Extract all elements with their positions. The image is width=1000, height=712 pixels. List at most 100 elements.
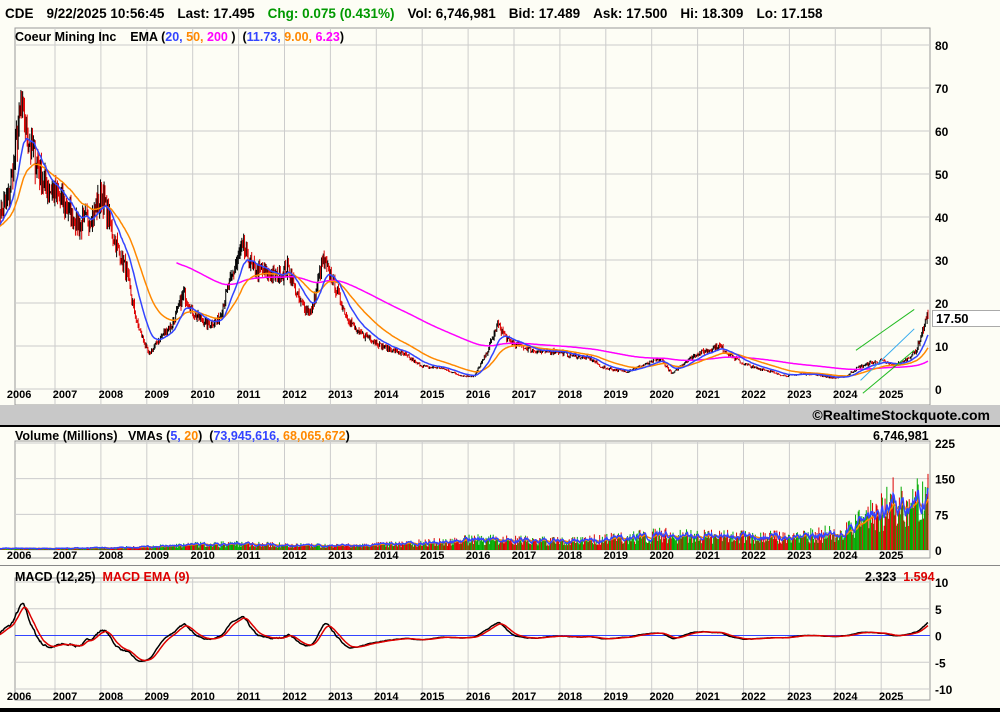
x-tick-label: 2021 bbox=[695, 550, 719, 562]
x-tick-label: 2023 bbox=[787, 550, 811, 562]
x-tick-label: 2015 bbox=[420, 691, 444, 703]
x-tick-label: 2017 bbox=[512, 550, 536, 562]
x-tick-label: 2024 bbox=[833, 389, 858, 401]
y-tick-label: 150 bbox=[935, 473, 955, 487]
x-tick-label: 2011 bbox=[237, 691, 261, 703]
x-tick-label: 2018 bbox=[558, 691, 582, 703]
vma5-value: 73,945,616, bbox=[213, 429, 280, 443]
macd-signal-value: 1.594 bbox=[903, 570, 935, 584]
company-name: Coeur Mining Inc bbox=[15, 30, 117, 44]
x-tick-label: 2012 bbox=[282, 691, 306, 703]
x-tick-label: 2025 bbox=[879, 550, 903, 562]
x-tick-label: 2010 bbox=[190, 691, 214, 703]
paren: ) bbox=[339, 30, 345, 44]
y-tick-label: 0 bbox=[935, 383, 942, 397]
x-tick-label: 2013 bbox=[328, 691, 352, 703]
ema200-value: 6.23 bbox=[315, 30, 340, 44]
y-tick-label: 10 bbox=[935, 576, 949, 590]
x-tick-label: 2007 bbox=[53, 550, 77, 562]
ema20-value: 11.73, bbox=[246, 30, 281, 44]
x-tick-label: 2024 bbox=[833, 550, 858, 562]
paren: ) bbox=[198, 429, 203, 443]
x-tick-label: 2017 bbox=[512, 389, 536, 401]
x-tick-label: 2010 bbox=[190, 389, 214, 401]
watermark-bar: ©RealtimeStockquote.com bbox=[0, 405, 1000, 425]
x-tick-label: 2020 bbox=[649, 691, 673, 703]
x-tick-label: 2018 bbox=[558, 550, 582, 562]
x-tick-label: 2011 bbox=[237, 550, 261, 562]
x-tick-label: 2019 bbox=[604, 691, 628, 703]
x-tick-label: 2009 bbox=[145, 550, 169, 562]
macd-values: 2.323 1.594 bbox=[865, 570, 935, 584]
volume-label: Volume (Millions) bbox=[15, 429, 118, 443]
plot-area bbox=[14, 577, 931, 701]
x-tick-label: 2006 bbox=[7, 691, 31, 703]
x-tick-label: 2021 bbox=[695, 691, 719, 703]
divider bbox=[0, 708, 1000, 712]
y-tick-label: 30 bbox=[935, 254, 949, 268]
x-tick-label: 2022 bbox=[741, 389, 765, 401]
x-tick-label: 2012 bbox=[282, 389, 306, 401]
vma-label: VMAs ( bbox=[127, 429, 171, 443]
x-tick-label: 2009 bbox=[145, 389, 169, 401]
x-tick-label: 2010 bbox=[190, 550, 214, 562]
y-tick-label: 75 bbox=[935, 508, 949, 522]
y-tick-label: 5 bbox=[935, 603, 942, 617]
x-tick-label: 2016 bbox=[466, 550, 490, 562]
x-tick-label: 2022 bbox=[741, 550, 765, 562]
chart-window: CDE 9/22/2025 10:56:45 Last: 17.495 Chg: 0.… bbox=[0, 0, 1000, 712]
x-tick-label: 2006 bbox=[7, 550, 31, 562]
y-tick-label: -5 bbox=[935, 656, 946, 670]
y-tick-label: 225 bbox=[935, 437, 955, 451]
vma20-period: 20 bbox=[184, 429, 199, 443]
volume-legend: Volume (Millions) VMAs (5, 20) (73,945,6… bbox=[15, 429, 350, 443]
ema50-period: 50, bbox=[186, 30, 204, 44]
y-tick-label: 10 bbox=[935, 340, 949, 354]
x-tick-label: 2016 bbox=[466, 691, 490, 703]
x-tick-label: 2021 bbox=[695, 389, 719, 401]
x-tick-label: 2018 bbox=[558, 389, 582, 401]
x-tick-label: 2014 bbox=[374, 691, 399, 703]
x-tick-label: 2007 bbox=[53, 389, 77, 401]
y-tick-label: 0 bbox=[935, 630, 942, 644]
x-tick-label: 2022 bbox=[741, 691, 765, 703]
x-tick-label: 2008 bbox=[99, 550, 123, 562]
x-tick-label: 2020 bbox=[649, 389, 673, 401]
y-tick-label: 70 bbox=[935, 82, 949, 96]
x-tick-label: 2013 bbox=[328, 389, 352, 401]
chart-canvas[interactable]: 807060504030201002251507501050-5-1020062… bbox=[0, 0, 1000, 712]
y-tick-label: 40 bbox=[935, 211, 949, 225]
x-tick-label: 2014 bbox=[374, 550, 399, 562]
ema-label: EMA ( bbox=[130, 30, 166, 44]
x-tick-label: 2017 bbox=[512, 691, 536, 703]
x-tick-label: 2008 bbox=[99, 691, 123, 703]
y-tick-label: 0 bbox=[935, 544, 942, 558]
last-price-marker: 17.50 bbox=[932, 310, 1000, 327]
macd-legend: MACD (12,25) MACD EMA (9) bbox=[15, 570, 190, 584]
x-tick-label: 2025 bbox=[879, 389, 903, 401]
x-tick-label: 2006 bbox=[7, 389, 31, 401]
x-tick-label: 2016 bbox=[466, 389, 490, 401]
divider bbox=[0, 565, 1000, 566]
macd-label: MACD (12,25) bbox=[15, 570, 96, 584]
x-tick-label: 2007 bbox=[53, 691, 77, 703]
x-tick-label: 2019 bbox=[604, 550, 628, 562]
x-tick-label: 2009 bbox=[145, 691, 169, 703]
x-tick-label: 2019 bbox=[604, 389, 628, 401]
x-tick-label: 2023 bbox=[787, 691, 811, 703]
ema50-value: 9.00, bbox=[284, 30, 313, 44]
current-volume: 6,746,981 bbox=[873, 429, 929, 443]
vma20-value: 68,065,672 bbox=[283, 429, 346, 443]
divider bbox=[0, 425, 1000, 427]
y-tick-label: 80 bbox=[935, 39, 949, 53]
x-tick-label: 2012 bbox=[282, 550, 306, 562]
ema200-period: 200 bbox=[207, 30, 228, 44]
x-tick-label: 2023 bbox=[787, 389, 811, 401]
y-tick-label: 50 bbox=[935, 168, 949, 182]
y-tick-label: -10 bbox=[935, 683, 953, 697]
macd-value: 2.323 bbox=[865, 570, 897, 584]
x-tick-label: 2011 bbox=[237, 389, 261, 401]
x-tick-label: 2025 bbox=[879, 691, 903, 703]
ema20-period: 20, bbox=[165, 30, 183, 44]
x-tick-label: 2020 bbox=[649, 550, 673, 562]
